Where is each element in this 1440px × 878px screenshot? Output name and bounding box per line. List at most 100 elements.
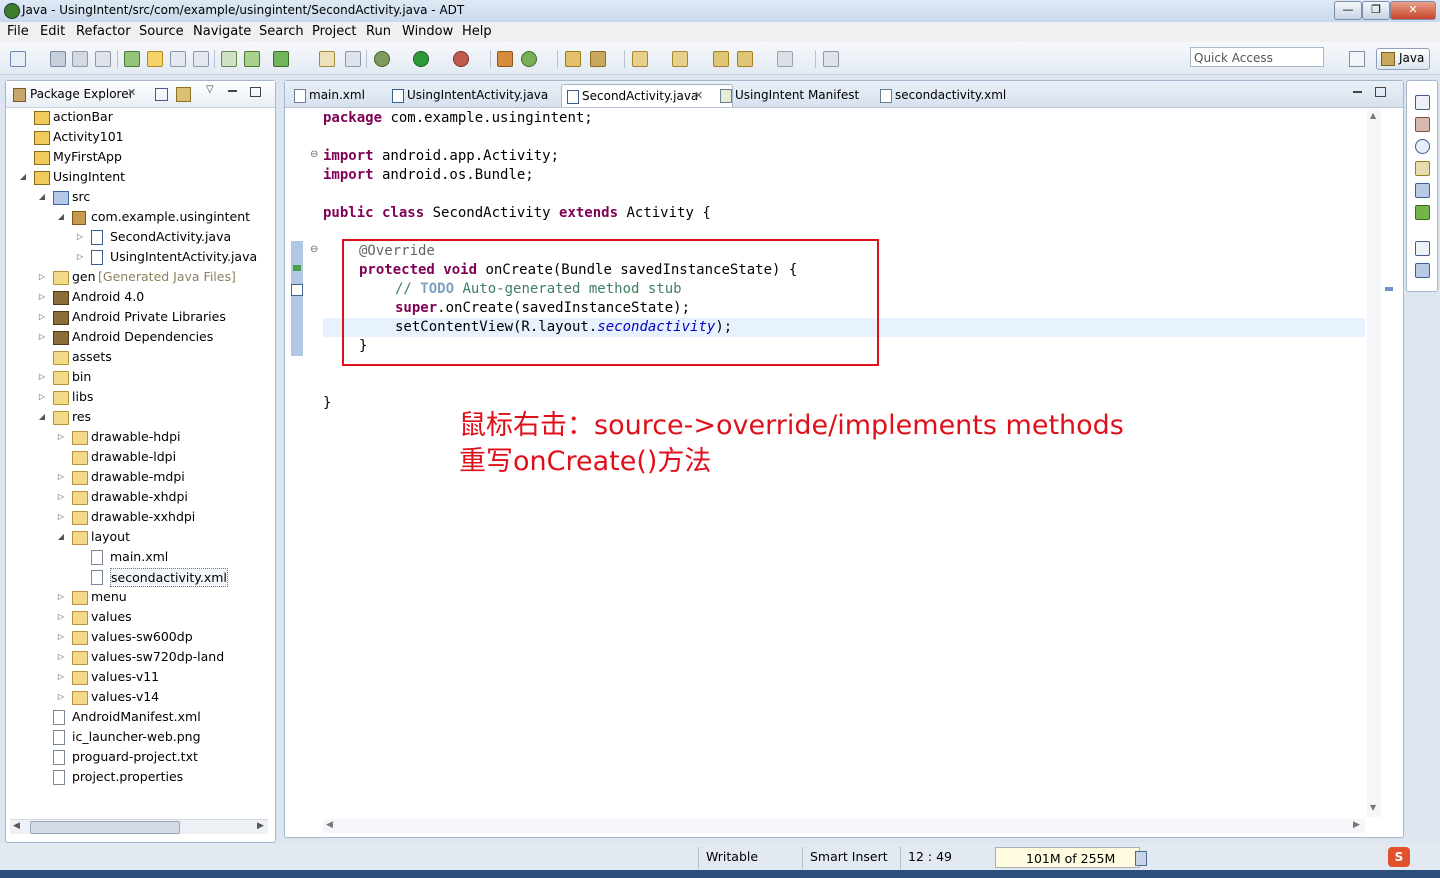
android-sdk-icon[interactable] <box>124 51 140 67</box>
tab-close-icon[interactable]: ✕ <box>694 85 703 107</box>
collapsed-arrow-icon[interactable]: ▷ <box>56 467 66 487</box>
tree-item-usingintentactivity-java[interactable]: ▷ UsingIntentActivity.java <box>6 247 274 267</box>
tree-item-main-xml[interactable]: main.xml <box>6 547 274 567</box>
new-java-class-icon[interactable] <box>521 51 537 67</box>
collapsed-arrow-icon[interactable]: ▷ <box>56 627 66 647</box>
tree-item-androidmanifest-xml[interactable]: AndroidManifest.xml <box>6 707 274 727</box>
tree-item-ic-launcher-web-png[interactable]: ic_launcher-web.png <box>6 727 274 747</box>
tree-item-secondactivity-xml[interactable]: secondactivity.xml <box>6 567 274 587</box>
collapse-all-icon[interactable] <box>155 88 168 101</box>
forward-icon[interactable] <box>777 51 793 67</box>
tab-usingintentactivity-java[interactable]: UsingIntentActivity.java <box>387 84 577 106</box>
tree-item-drawable-hdpi[interactable]: ▷ drawable-hdpi <box>6 427 274 447</box>
expanded-arrow-icon[interactable]: ◢ <box>37 407 47 427</box>
menu-source[interactable]: Source <box>139 24 184 39</box>
tree-item-bin[interactable]: ▷ bin <box>6 367 274 387</box>
heap-status[interactable]: 101M of 255M <box>995 847 1147 868</box>
menu-navigate[interactable]: Navigate <box>193 24 251 39</box>
collapsed-arrow-icon[interactable]: ▷ <box>56 487 66 507</box>
console-view-icon[interactable] <box>1415 183 1430 198</box>
collapsed-arrow-icon[interactable]: ▷ <box>56 587 66 607</box>
tree-item-libs[interactable]: ▷ libs <box>6 387 274 407</box>
maximize-view-icon[interactable] <box>250 87 261 97</box>
tree-item-usingintent[interactable]: ◢ UsingIntent <box>6 167 274 187</box>
quick-access-input[interactable]: Quick Access <box>1190 47 1324 67</box>
tab-secondactivity-java[interactable]: SecondActivity.java ✕ <box>561 84 733 107</box>
menu-help[interactable]: Help <box>462 24 492 39</box>
avd-manager-icon[interactable] <box>244 51 260 67</box>
collapsed-arrow-icon[interactable]: ▷ <box>37 307 47 327</box>
scroll-right-arrow-icon[interactable]: ▶ <box>257 821 264 831</box>
menu-window[interactable]: Window <box>402 24 453 39</box>
new-android-project-icon[interactable] <box>319 51 335 67</box>
java-perspective-button[interactable]: Java <box>1376 48 1430 70</box>
new-icon[interactable] <box>10 51 26 67</box>
tree-item-android-4-0[interactable]: ▷ Android 4.0 <box>6 287 274 307</box>
tree-item-com-example-usingintent[interactable]: ◢ com.example.usingintent <box>6 207 274 227</box>
outline-view-icon[interactable] <box>1415 117 1430 132</box>
restore-view-icon[interactable] <box>1415 95 1430 110</box>
previous-annotation-icon[interactable] <box>672 51 688 67</box>
logcat-view-icon[interactable] <box>1415 205 1430 220</box>
expanded-arrow-icon[interactable]: ◢ <box>56 527 66 547</box>
next-annotation-icon[interactable] <box>632 51 648 67</box>
ime-logo-icon[interactable]: S <box>1388 847 1410 867</box>
collapsed-arrow-icon[interactable]: ▷ <box>56 427 66 447</box>
tree-item-assets[interactable]: assets <box>6 347 274 367</box>
collapsed-arrow-icon[interactable]: ▷ <box>56 647 66 667</box>
restore-view-icon-2[interactable] <box>1415 241 1430 256</box>
collapsed-arrow-icon[interactable]: ▷ <box>56 507 66 527</box>
collapsed-arrow-icon[interactable]: ▷ <box>37 267 47 287</box>
expanded-arrow-icon[interactable]: ◢ <box>37 187 47 207</box>
editor-vertical-scrollbar[interactable]: ▲ ▼ <box>1367 109 1381 817</box>
menu-project[interactable]: Project <box>312 24 356 39</box>
expanded-arrow-icon[interactable]: ◢ <box>18 167 28 187</box>
view-menu-icon[interactable]: ▽ <box>206 84 214 95</box>
minimize-view-icon[interactable] <box>228 90 237 92</box>
search-icon[interactable] <box>590 51 606 67</box>
maximize-editor-icon[interactable] <box>1375 87 1386 97</box>
toggle-mark-icon[interactable] <box>147 51 163 67</box>
scroll-down-arrow-icon[interactable]: ▼ <box>1370 803 1376 812</box>
task-list-view-icon[interactable] <box>1415 263 1430 278</box>
open-perspective-icon[interactable] <box>1349 51 1365 67</box>
open-type-icon[interactable] <box>565 51 581 67</box>
scroll-right-arrow-icon[interactable]: ▶ <box>1353 820 1360 830</box>
external-tools-icon[interactable] <box>453 51 469 67</box>
last-edit-icon[interactable] <box>713 51 729 67</box>
collapsed-arrow-icon[interactable]: ▷ <box>37 387 47 407</box>
tree-item-project-properties[interactable]: project.properties <box>6 767 274 787</box>
tree-item-actionbar[interactable]: actionBar <box>6 107 274 127</box>
scroll-left-arrow-icon[interactable]: ◀ <box>13 821 20 831</box>
tree-item-proguard-project-txt[interactable]: proguard-project.txt <box>6 747 274 767</box>
back-icon[interactable] <box>737 51 753 67</box>
link-with-editor-icon[interactable] <box>176 87 191 102</box>
collapsed-arrow-icon[interactable]: ▷ <box>75 227 85 247</box>
collapsed-arrow-icon[interactable]: ▷ <box>37 367 47 387</box>
block-select-icon[interactable] <box>193 51 209 67</box>
scroll-left-arrow-icon[interactable]: ◀ <box>326 820 333 830</box>
tree-item-res[interactable]: ◢ res <box>6 407 274 427</box>
pin-editor-icon[interactable] <box>823 51 839 67</box>
tab-usingintent-manifest[interactable]: UsingIntent Manifest <box>715 84 885 106</box>
tree-item-values-sw600dp[interactable]: ▷ values-sw600dp <box>6 627 274 647</box>
tree-item-values[interactable]: ▷ values <box>6 607 274 627</box>
tree-item-android-dependencies[interactable]: ▷ Android Dependencies <box>6 327 274 347</box>
menu-search[interactable]: Search <box>259 24 304 39</box>
tree-item-layout[interactable]: ◢ layout <box>6 527 274 547</box>
tree-item-values-v11[interactable]: ▷ values-v11 <box>6 667 274 687</box>
tree-horizontal-scrollbar[interactable]: ◀ ▶ <box>10 819 268 834</box>
collapsed-arrow-icon[interactable]: ▷ <box>37 327 47 347</box>
expanded-arrow-icon[interactable]: ◢ <box>56 207 66 227</box>
show-whitespace-icon[interactable] <box>170 51 186 67</box>
restore-button[interactable]: ❐ <box>1362 1 1390 20</box>
editor-horizontal-scrollbar[interactable]: ◀ ▶ <box>323 819 1365 833</box>
package-explorer-close-icon[interactable]: ✕ <box>127 86 136 99</box>
collapsed-arrow-icon[interactable]: ▷ <box>37 287 47 307</box>
tree-item-src[interactable]: ◢ src <box>6 187 274 207</box>
save-all-icon[interactable] <box>72 51 88 67</box>
collapsed-arrow-icon[interactable]: ▷ <box>75 247 85 267</box>
minimize-button[interactable]: — <box>1334 1 1362 20</box>
scroll-up-arrow-icon[interactable]: ▲ <box>1370 111 1376 120</box>
fold-method-icon[interactable]: ⊖ <box>310 244 318 255</box>
